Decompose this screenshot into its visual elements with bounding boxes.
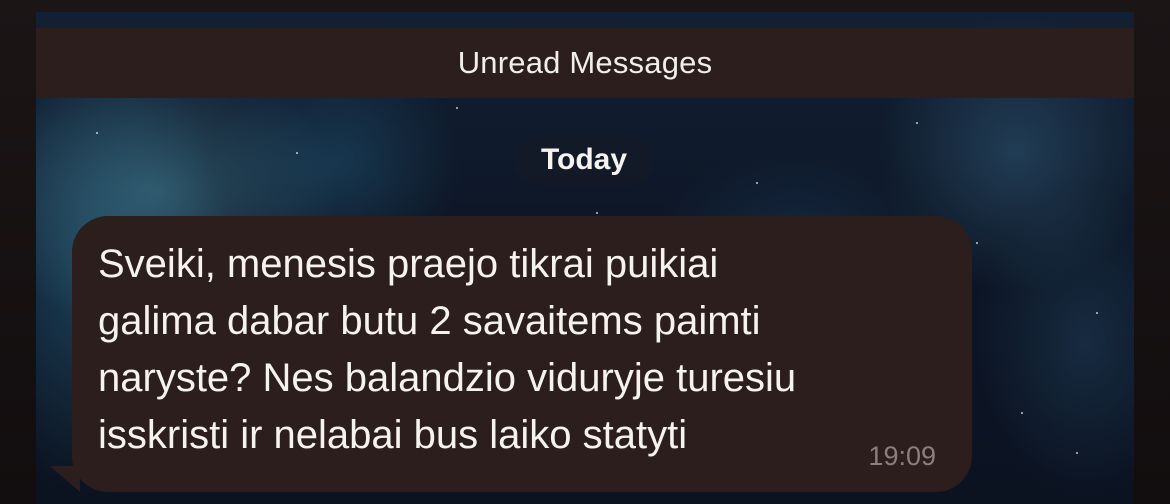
unread-messages-banner: Unread Messages — [36, 28, 1134, 98]
message-text: Sveiki, menesis praejo tikrai puikiai ga… — [98, 242, 797, 457]
incoming-message-bubble[interactable]: Sveiki, menesis praejo tikrai puikiai ga… — [72, 216, 972, 492]
chat-screen: Unread Messages Today Sveiki, menesis pr… — [0, 0, 1170, 504]
date-separator-label: Today — [540, 143, 628, 176]
unread-messages-label: Unread Messages — [457, 45, 713, 80]
right-edge — [1134, 0, 1170, 504]
left-edge — [0, 0, 36, 504]
top-edge — [0, 0, 1170, 12]
date-separator: Today — [514, 134, 654, 186]
message-timestamp: 19:09 — [868, 441, 936, 471]
